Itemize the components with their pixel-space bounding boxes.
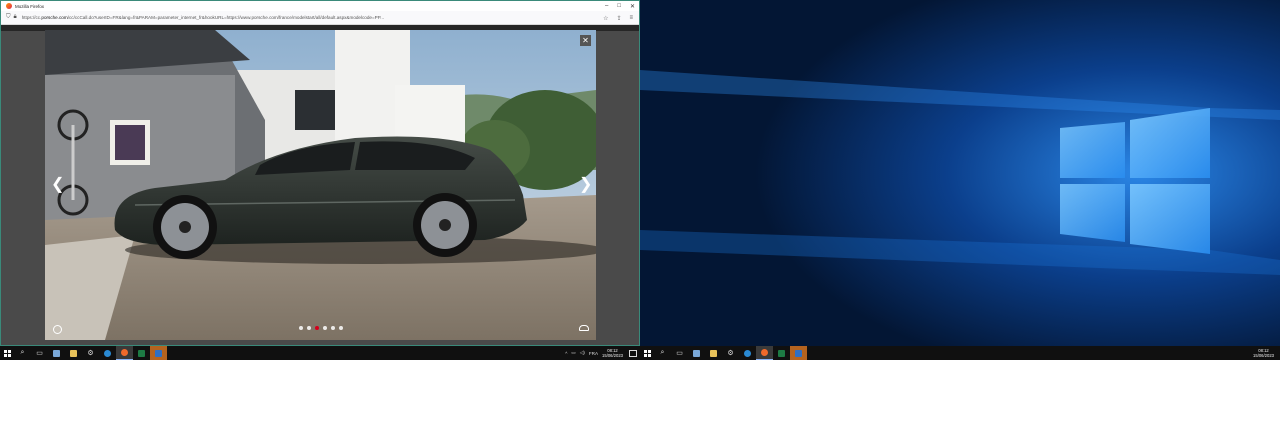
excel-icon[interactable] — [133, 346, 150, 360]
windows-logo-icon — [3, 349, 11, 357]
file-explorer-icon[interactable] — [705, 346, 722, 360]
clock-right[interactable]: 08:12 15/06/2023 — [1253, 348, 1274, 358]
task-view-icon[interactable]: ▭ — [671, 346, 688, 360]
gallery-dot[interactable] — [315, 326, 319, 330]
outlook-icon[interactable] — [150, 346, 167, 360]
gallery-dot[interactable] — [339, 326, 343, 330]
gallery-pagination — [299, 326, 343, 330]
system-tray-right: 08:12 15/06/2023 — [1253, 346, 1280, 360]
url-path: /cc/ccCall.do?userID=FR&lang=fr&PARAM=pa… — [67, 15, 385, 20]
taskbar-left: ⌕ ▭ ⚙ ^ ▭ ◁) FRA 08:12 15/06/2023 — [0, 346, 640, 360]
car-photo — [45, 30, 596, 340]
url-text[interactable]: https://cc.porsche.com/cc/ccCall.do?user… — [22, 15, 582, 20]
left-monitor: Mozilla Firefox – □ ✕ ⛉ 🔒︎ https://cc.po… — [0, 0, 640, 360]
gallery-dot[interactable] — [299, 326, 303, 330]
start-button-right[interactable] — [640, 346, 654, 360]
shield-icon[interactable]: ⛉ — [6, 14, 11, 21]
page-content: ✕ ❮ ❯ — [1, 25, 639, 345]
gallery-dot[interactable] — [323, 326, 327, 330]
edge-icon[interactable] — [99, 346, 116, 360]
settings-icon[interactable]: ⚙ — [722, 346, 739, 360]
search-icon[interactable]: ⌕ — [654, 346, 671, 360]
clock-date: 15/06/2023 — [1253, 353, 1274, 358]
steering-wheel-icon[interactable] — [53, 325, 62, 334]
clock-date: 15/06/2023 — [602, 353, 623, 358]
chevron-left-icon[interactable]: ❮ — [51, 174, 64, 194]
taskbar-right: ⌕ ▭ ⚙ 08:12 15/06/2023 — [640, 346, 1280, 360]
desktop-screen: Mozilla Firefox – □ ✕ ⛉ 🔒︎ https://cc.po… — [0, 0, 1280, 360]
firefox-taskbar-icon[interactable] — [116, 346, 133, 360]
language-indicator[interactable]: FRA — [589, 351, 598, 356]
task-view-icon[interactable]: ▭ — [31, 346, 48, 360]
outlook-icon[interactable] — [790, 346, 807, 360]
menu-icon[interactable]: ≡ — [629, 15, 633, 21]
volume-icon[interactable]: ◁) — [580, 350, 585, 356]
car-icon[interactable] — [579, 325, 589, 331]
window-title: Mozilla Firefox — [15, 3, 45, 9]
chevron-right-icon[interactable]: ❯ — [579, 174, 592, 194]
start-button[interactable] — [0, 346, 14, 360]
notepad-icon[interactable] — [688, 346, 705, 360]
search-icon[interactable]: ⌕ — [14, 346, 31, 360]
clock[interactable]: 08:12 15/06/2023 — [602, 348, 623, 358]
excel-icon[interactable] — [773, 346, 790, 360]
chevron-up-icon[interactable]: ^ — [565, 351, 567, 356]
notification-icon[interactable] — [629, 349, 637, 357]
lock-icon[interactable]: 🔒︎ — [14, 14, 17, 21]
firefox-window: Mozilla Firefox – □ ✕ ⛉ 🔒︎ https://cc.po… — [0, 0, 640, 346]
firefox-titlebar[interactable]: Mozilla Firefox – □ ✕ — [1, 1, 639, 11]
close-window-button[interactable]: ✕ — [630, 3, 635, 10]
notepad-icon[interactable] — [48, 346, 65, 360]
gallery-dot[interactable] — [331, 326, 335, 330]
firefox-icon — [6, 3, 12, 9]
firefox-taskbar-icon[interactable] — [756, 346, 773, 360]
url-domain: porsche.com — [41, 15, 68, 20]
network-icon[interactable]: ▭ — [571, 350, 575, 356]
minimize-button[interactable]: – — [605, 3, 608, 9]
share-icon[interactable]: ⇪ — [616, 15, 621, 22]
star-icon[interactable]: ☆ — [603, 15, 608, 22]
toolbar-right: ☆ ⇪ ≡ — [603, 11, 633, 25]
window-controls: – □ ✕ — [605, 1, 635, 11]
windows-logo-icon — [643, 349, 651, 357]
gallery-dot[interactable] — [307, 326, 311, 330]
close-gallery-button[interactable]: ✕ — [580, 35, 591, 46]
right-monitor-wallpaper — [640, 0, 1280, 346]
edge-icon[interactable] — [739, 346, 756, 360]
system-tray: ^ ▭ ◁) FRA 08:12 15/06/2023 — [565, 346, 640, 360]
settings-icon[interactable]: ⚙ — [82, 346, 99, 360]
url-prefix: https://cc. — [21, 15, 42, 20]
image-gallery[interactable]: ✕ ❮ ❯ — [45, 30, 596, 340]
file-explorer-icon[interactable] — [65, 346, 82, 360]
maximize-button[interactable]: □ — [617, 3, 621, 9]
address-bar[interactable]: ⛉ 🔒︎ https://cc.porsche.com/cc/ccCall.do… — [1, 11, 639, 25]
windows-wallpaper — [640, 0, 1280, 346]
